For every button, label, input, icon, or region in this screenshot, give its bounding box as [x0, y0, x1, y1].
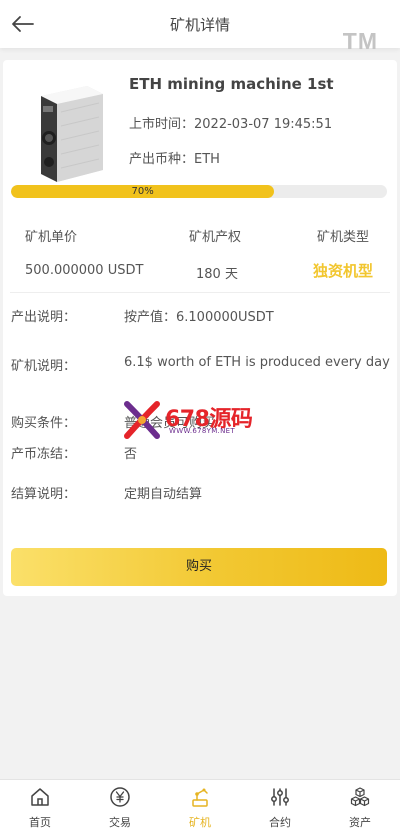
watermark-url: WWW.678YM.NET — [169, 427, 235, 435]
trademark-mark: TM — [342, 28, 378, 54]
coin-freeze-value: 否 — [124, 447, 138, 462]
buy-button[interactable]: 购买 — [11, 548, 387, 586]
divider — [10, 292, 390, 293]
mining-robot-icon — [192, 788, 208, 807]
tab-trade[interactable]: 交易 — [80, 780, 160, 835]
tab-contract-label: 合约 — [269, 816, 291, 829]
sales-progress-bar: 70% — [11, 185, 387, 198]
tab-miner-label: 矿机 — [189, 816, 211, 829]
settlement-value: 定期自动结算 — [124, 487, 203, 502]
term-label: 矿机产权 — [189, 230, 242, 245]
cubes-icon — [350, 787, 370, 807]
watermark-emblem-icon — [124, 401, 160, 439]
tab-home-label: 首页 — [29, 816, 51, 829]
type-label: 矿机类型 — [317, 230, 370, 245]
miner-detail-card: ETH mining machine 1st 上市时间：2022-03-07 1… — [3, 60, 397, 596]
output-coin-row: 产出币种：ETH — [129, 148, 220, 167]
tab-home[interactable]: 首页 — [0, 780, 80, 835]
machine-name: ETH mining machine 1st — [129, 75, 334, 93]
machine-type-value: 独资机型 — [312, 262, 373, 280]
term-value: 180 天 — [196, 267, 238, 282]
top-nav-bar: 矿机详情 — [0, 0, 400, 48]
purchase-condition-label: 购买条件： — [11, 416, 77, 431]
machine-desc-label: 矿机说明： — [11, 359, 77, 374]
price-label: 矿机单价 — [25, 230, 78, 245]
asic-miner-image — [41, 86, 103, 182]
coin-freeze-label: 产币冻结： — [11, 447, 77, 462]
output-desc-value: 按产值：6.100000USDT — [124, 310, 274, 325]
launch-time-row: 上市时间：2022-03-07 19:45:51 — [129, 113, 332, 132]
progress-text: 70% — [131, 186, 154, 197]
bottom-tab-bar: 首页 交易 矿机 合约 资产 — [0, 779, 400, 835]
watermark-logo: 678源码 WWW.678YM.NET — [121, 400, 286, 440]
tab-contract[interactable]: 合约 — [240, 780, 320, 835]
launch-time-label: 上市时间： — [129, 117, 195, 132]
home-icon — [31, 788, 49, 806]
page-title: 矿机详情 — [169, 16, 230, 34]
tab-trade-label: 交易 — [109, 816, 131, 829]
tab-assets[interactable]: 资产 — [320, 780, 400, 835]
machine-desc-value: 6.1$ worth of ETH is produced every day — [124, 355, 390, 370]
output-desc-label: 产出说明： — [11, 310, 77, 325]
tab-assets-label: 资产 — [349, 816, 371, 829]
yen-circle-icon — [110, 787, 130, 807]
settlement-label: 结算说明： — [11, 487, 77, 502]
launch-time-value: 2022-03-07 19:45:51 — [194, 117, 333, 132]
tab-miner[interactable]: 矿机 — [160, 780, 240, 835]
sliders-icon — [271, 788, 289, 806]
price-value: 500.000000 USDT — [25, 263, 144, 278]
output-coin-value: ETH — [194, 152, 220, 167]
output-coin-label: 产出币种： — [129, 152, 195, 167]
